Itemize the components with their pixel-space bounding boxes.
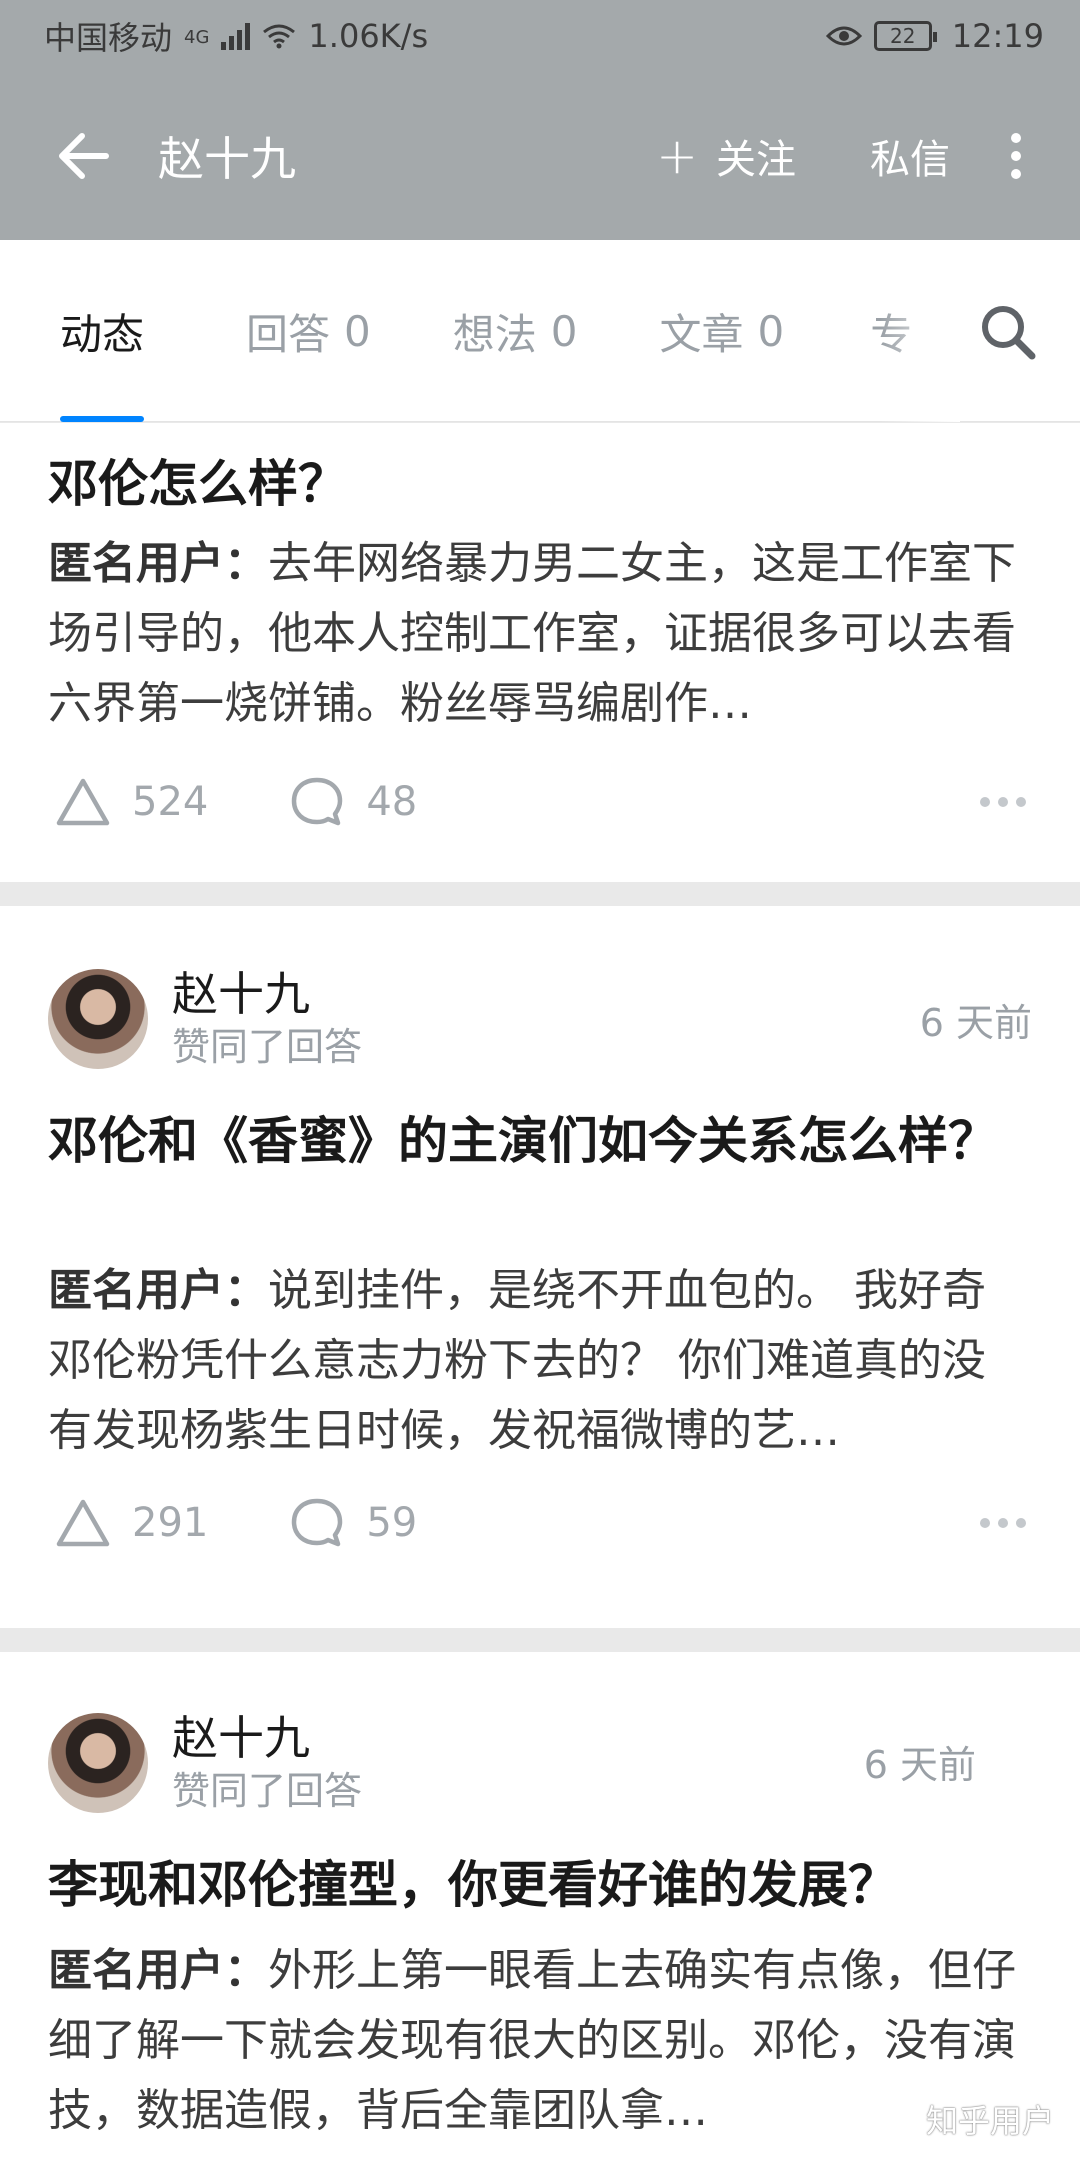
vote-button[interactable]: 291: [54, 1496, 208, 1550]
app-bar: 赵十九 + 关注 私信: [0, 72, 1080, 240]
back-arrow-icon: [59, 133, 109, 179]
comment-bubble-icon: [292, 777, 343, 826]
wifi-icon: [263, 24, 296, 49]
tab-activity[interactable]: 动态: [60, 240, 145, 422]
eye-comfort-icon: [825, 26, 862, 46]
question-title[interactable]: 邓伦怎么样？: [48, 447, 1020, 521]
author-name[interactable]: 赵十九: [172, 966, 362, 1022]
tab-fade: [880, 240, 960, 422]
tab-thoughts[interactable]: 想法 0: [453, 240, 578, 422]
question-title[interactable]: 李现和邓伦撞型，你更看好谁的发展？: [48, 1848, 1020, 1922]
tab-label: 文章: [659, 309, 744, 359]
feed-card[interactable]: 赵十九 赞同了回答 6 天前 邓伦和《香蜜》的主演们如今关系怎么样？ 匿名用户：…: [0, 906, 1080, 1628]
comment-count: 59: [366, 1500, 418, 1546]
answer-excerpt[interactable]: 匿名用户：说到挂件，是绕不开血包的。 我好奇邓伦粉凭什么意志力粉下去的？ 你们难…: [48, 1256, 1024, 1466]
battery-level: 22: [890, 24, 916, 48]
card-header: 赵十九 赞同了回答: [48, 1710, 362, 1816]
status-right: 22 12:19: [825, 17, 1044, 55]
avatar[interactable]: [48, 1713, 148, 1813]
watermark: 知乎用户: [925, 2102, 1054, 2140]
comment-count: 48: [366, 779, 418, 825]
battery-icon: 22: [873, 21, 937, 51]
answer-excerpt[interactable]: 匿名用户：去年网络暴力男二女主，这是工作室下场引导的，他本人控制工作室，证据很多…: [48, 529, 1024, 739]
card-actions: 524 48: [54, 775, 1026, 829]
feed-card[interactable]: 邓伦怎么样？ 匿名用户：去年网络暴力男二女主，这是工作室下场引导的，他本人控制工…: [0, 423, 1080, 882]
card-meta: 赵十九 赞同了回答: [172, 966, 362, 1072]
tab-label: 想法: [452, 309, 537, 359]
timestamp: 6 天前: [863, 1743, 976, 1787]
upvote-triangle-icon: [56, 778, 110, 826]
profile-tabs: 动态 回答 0 想法 0 文章 0 专: [0, 240, 960, 422]
follow-label: 关注: [716, 137, 796, 183]
tab-count: 0: [757, 306, 785, 356]
upvote-triangle-icon: [56, 1499, 110, 1547]
answer-excerpt[interactable]: 匿名用户：外形上第一眼看上去确实有点像，但仔细了解一下就会发现有很大的区别。邓伦…: [48, 1936, 1024, 2146]
timestamp: 6 天前: [919, 1001, 1032, 1045]
carrier-name: 中国移动: [44, 19, 173, 57]
profile-title: 赵十九: [158, 132, 296, 186]
search-icon[interactable]: [976, 300, 1040, 364]
tab-answers[interactable]: 回答 0: [246, 240, 371, 422]
vote-count: 291: [132, 1500, 209, 1546]
answer-author: 匿名用户：: [48, 1945, 268, 1996]
private-message-button[interactable]: 私信: [870, 127, 950, 185]
follow-button[interactable]: + 关注: [656, 127, 796, 185]
comment-bubble-icon: [292, 1498, 343, 1547]
network-type: 4G: [184, 27, 210, 48]
card-actions: 291 59: [54, 1496, 1026, 1550]
plus-icon: +: [656, 127, 698, 185]
signal-icon: [221, 22, 251, 50]
card-meta: 赵十九 赞同了回答: [172, 1710, 362, 1816]
answer-author: 匿名用户：: [48, 1265, 268, 1316]
author-name[interactable]: 赵十九: [172, 1710, 362, 1766]
more-options-icon[interactable]: [986, 133, 1046, 179]
tab-label: 回答: [246, 309, 331, 359]
clock: 12:19: [951, 17, 1044, 55]
tab-count: 0: [344, 306, 371, 356]
more-dots-icon[interactable]: [980, 1518, 1026, 1528]
network-speed: 1.06K/s: [308, 17, 429, 55]
comment-button[interactable]: 59: [288, 1496, 417, 1550]
tab-articles[interactable]: 文章 0: [660, 240, 785, 422]
vote-count: 524: [132, 779, 209, 825]
question-title[interactable]: 邓伦和《香蜜》的主演们如今关系怎么样？: [48, 1104, 1020, 1178]
comment-button[interactable]: 48: [288, 775, 417, 829]
more-dots-icon[interactable]: [980, 797, 1026, 807]
activity-type: 赞同了回答: [172, 1025, 363, 1069]
activity-type: 赞同了回答: [172, 1769, 363, 1813]
tab-bar: 动态 回答 0 想法 0 文章 0 专: [0, 240, 1080, 422]
avatar[interactable]: [48, 969, 148, 1069]
card-header: 赵十九 赞同了回答: [48, 966, 362, 1072]
tab-count: 0: [550, 306, 578, 356]
vote-button[interactable]: 524: [54, 775, 208, 829]
status-left: 中国移动 4G 1.06K/s: [44, 13, 428, 59]
feed-card[interactable]: 赵十九 赞同了回答 6 天前 李现和邓伦撞型，你更看好谁的发展？ 匿名用户：外形…: [0, 1652, 1080, 2160]
tab-label: 动态: [60, 309, 145, 359]
answer-author: 匿名用户：: [48, 538, 268, 589]
back-button[interactable]: [24, 96, 144, 216]
status-bar: 中国移动 4G 1.06K/s 22 12:19: [0, 0, 1080, 72]
